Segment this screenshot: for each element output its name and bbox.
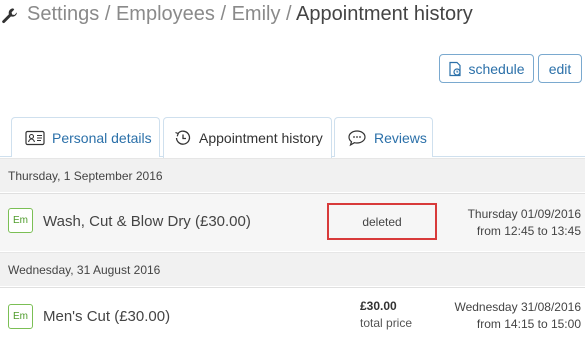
tab-personal-details[interactable]: Personal details: [11, 117, 160, 157]
edit-label: edit: [548, 60, 572, 77]
breadcrumb-employees[interactable]: Employees: [116, 3, 215, 25]
wrench-icon: [2, 8, 18, 24]
price-label: total price: [360, 316, 413, 330]
service-name: Men's Cut (£30.00): [43, 308, 171, 325]
tab-label: Reviews: [374, 129, 427, 146]
appointment-price: £30.00 total price: [360, 299, 412, 330]
breadcrumb-separator: /: [286, 3, 297, 25]
badge-initials: Em: [13, 311, 28, 322]
tab-reviews[interactable]: Reviews: [334, 117, 433, 157]
day-header-date: Wednesday, 31 August 2016: [8, 262, 161, 277]
calendar-clock-icon: [449, 61, 462, 76]
employee-initials-badge: Em: [8, 304, 33, 329]
appointment-date: Wednesday 31/08/2016: [454, 300, 581, 314]
appointment-time: from 14:15 to 15:00: [476, 317, 581, 331]
day-header: Thursday, 1 September 2016: [0, 158, 585, 192]
breadcrumb-separator: /: [220, 3, 232, 25]
appointment-date: Thursday 01/09/2016: [467, 207, 581, 221]
service-name: Wash, Cut & Blow Dry (£30.00): [43, 213, 251, 230]
price-amount: £30.00: [360, 299, 397, 313]
day-header-date: Thursday, 1 September 2016: [8, 168, 163, 183]
appointment-datetime: Thursday 01/09/2016 from 12:45 to 13:45: [468, 206, 581, 240]
employee-initials-badge: Em: [8, 208, 33, 233]
page-header: Settings / Employees / Emily / Appointme…: [0, 0, 585, 34]
breadcrumb: Settings / Employees / Emily / Appointme…: [27, 3, 473, 26]
appointment-time: from 12:45 to 13:45: [476, 224, 581, 238]
breadcrumb-current: Appointment history: [296, 3, 473, 25]
history-icon: [175, 130, 191, 145]
status-text: deleted: [362, 214, 402, 229]
id-card-icon: [25, 130, 45, 145]
day-header: Wednesday, 31 August 2016: [0, 252, 585, 286]
status-badge: deleted: [327, 203, 437, 240]
schedule-label: schedule: [468, 60, 525, 77]
breadcrumb-employee-name[interactable]: Emily: [232, 3, 281, 25]
tab-label: Appointment history: [199, 130, 323, 146]
edit-button[interactable]: edit: [538, 54, 582, 83]
speech-bubble-icon: [348, 129, 366, 146]
tab-label: Personal details: [52, 129, 152, 146]
badge-initials: Em: [13, 215, 28, 226]
breadcrumb-separator: /: [104, 3, 116, 25]
appointment-row[interactable]: Em Men's Cut (£30.00) £30.00 total price…: [0, 287, 585, 340]
appointment-row[interactable]: Em Wash, Cut & Blow Dry (£30.00) deleted…: [0, 193, 585, 251]
appointment-datetime: Wednesday 31/08/2016 from 14:15 to 15:00: [454, 299, 581, 333]
breadcrumb-settings[interactable]: Settings: [27, 3, 99, 25]
schedule-button[interactable]: schedule: [439, 54, 534, 83]
tab-appointment-history[interactable]: Appointment history: [163, 117, 332, 158]
tab-bar: Personal details Appointment history Rev…: [0, 117, 585, 158]
